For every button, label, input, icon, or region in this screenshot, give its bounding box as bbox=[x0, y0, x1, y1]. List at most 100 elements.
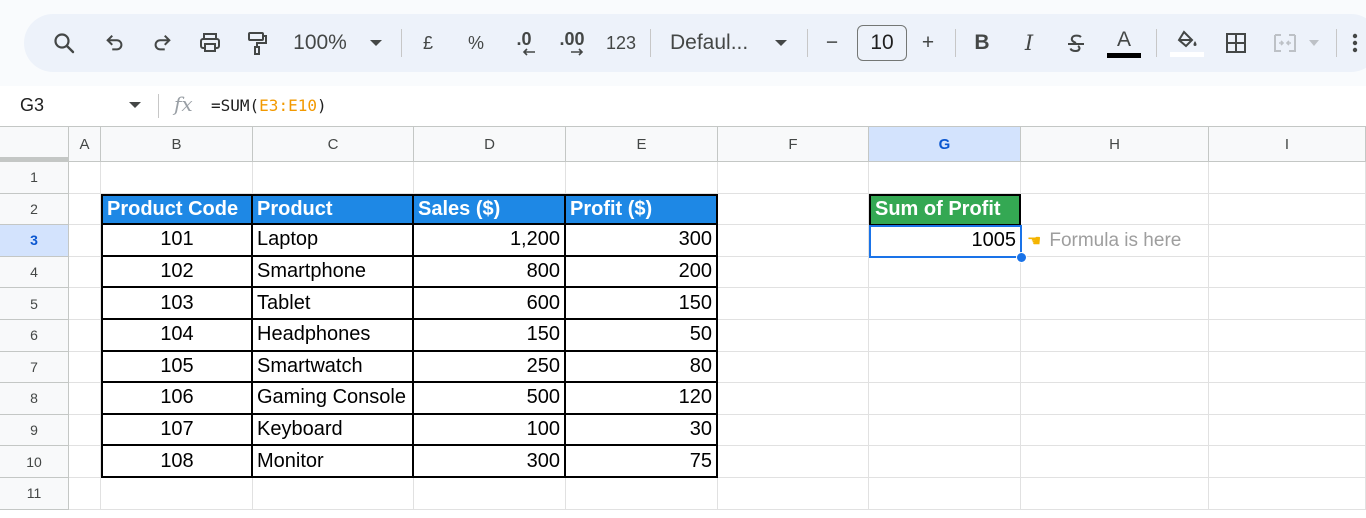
table-cell[interactable]: 102 bbox=[101, 256, 253, 289]
table-cell[interactable]: 150 bbox=[566, 288, 718, 320]
grid-cell[interactable] bbox=[1209, 162, 1366, 194]
row-header-1[interactable]: 1 bbox=[0, 162, 69, 194]
table-header-cell[interactable]: Profit ($) bbox=[566, 193, 718, 226]
grid-cell[interactable] bbox=[1021, 446, 1209, 478]
grid-cell[interactable] bbox=[1209, 256, 1366, 289]
table-cell[interactable]: 108 bbox=[101, 446, 253, 478]
grid-cell[interactable] bbox=[69, 478, 101, 510]
paint-format-icon[interactable] bbox=[240, 14, 274, 72]
table-cell[interactable]: 800 bbox=[414, 256, 566, 289]
grid-cell[interactable] bbox=[718, 414, 869, 447]
grid-cell[interactable] bbox=[718, 193, 869, 226]
table-cell[interactable]: 1,200 bbox=[414, 225, 566, 257]
table-cell[interactable]: 80 bbox=[566, 351, 718, 384]
zoom-dropdown-icon[interactable] bbox=[364, 14, 388, 72]
table-cell[interactable]: Gaming Console bbox=[253, 383, 414, 415]
column-header-d[interactable]: D bbox=[414, 126, 566, 162]
grid-cell[interactable] bbox=[253, 162, 414, 194]
table-cell[interactable]: 101 bbox=[101, 225, 253, 257]
grid-cell[interactable] bbox=[1021, 193, 1209, 226]
grid-cell[interactable] bbox=[1209, 446, 1366, 478]
grid-cell[interactable] bbox=[1021, 256, 1209, 289]
grid-cell[interactable] bbox=[253, 478, 414, 510]
grid-cell[interactable] bbox=[1209, 320, 1366, 352]
table-cell[interactable]: 75 bbox=[566, 446, 718, 478]
grid-cell[interactable] bbox=[1021, 162, 1209, 194]
grid-cell[interactable] bbox=[69, 351, 101, 384]
row-header-11[interactable]: 11 bbox=[0, 478, 69, 510]
font-family-select[interactable]: Defaul... bbox=[670, 14, 760, 72]
undo-icon[interactable] bbox=[99, 14, 131, 72]
grid-cell[interactable] bbox=[566, 478, 718, 510]
row-header-2[interactable]: 2 bbox=[0, 193, 69, 226]
column-header-e[interactable]: E bbox=[566, 126, 718, 162]
row-header-8[interactable]: 8 bbox=[0, 383, 69, 415]
grid-cell[interactable] bbox=[69, 256, 101, 289]
table-cell[interactable]: 105 bbox=[101, 351, 253, 384]
grid-cell[interactable] bbox=[869, 446, 1021, 478]
row-header-9[interactable]: 9 bbox=[0, 414, 69, 447]
table-cell[interactable]: Smartphone bbox=[253, 256, 414, 289]
row-header-7[interactable]: 7 bbox=[0, 351, 69, 384]
grid-cell[interactable] bbox=[69, 288, 101, 320]
name-box[interactable]: G3 bbox=[20, 95, 44, 116]
table-cell[interactable]: 120 bbox=[566, 383, 718, 415]
table-cell[interactable]: 106 bbox=[101, 383, 253, 415]
grid-cell[interactable] bbox=[869, 320, 1021, 352]
row-header-4[interactable]: 4 bbox=[0, 256, 69, 289]
grid-cell[interactable] bbox=[718, 288, 869, 320]
table-cell[interactable]: 100 bbox=[414, 414, 566, 447]
grid-cell[interactable] bbox=[69, 193, 101, 226]
strikethrough-icon[interactable] bbox=[1062, 14, 1090, 72]
grid-cell[interactable] bbox=[1021, 320, 1209, 352]
merge-dropdown-icon[interactable] bbox=[1305, 14, 1323, 72]
grid-cell[interactable] bbox=[869, 414, 1021, 447]
table-cell[interactable]: 104 bbox=[101, 320, 253, 352]
table-header-cell[interactable]: Product Code bbox=[101, 193, 253, 226]
grid-cell[interactable] bbox=[718, 320, 869, 352]
table-cell[interactable]: 500 bbox=[414, 383, 566, 415]
table-cell[interactable]: Keyboard bbox=[253, 414, 414, 447]
row-header-10[interactable]: 10 bbox=[0, 446, 69, 478]
grid-cell[interactable] bbox=[69, 162, 101, 194]
column-header-b[interactable]: B bbox=[101, 126, 253, 162]
grid-cell[interactable] bbox=[1209, 288, 1366, 320]
italic-button[interactable]: I bbox=[1017, 14, 1041, 72]
currency-format-button[interactable]: £ bbox=[416, 14, 440, 72]
more-formats-button[interactable]: 123 bbox=[604, 14, 638, 72]
grid-cell[interactable] bbox=[1209, 225, 1366, 257]
bold-button[interactable]: B bbox=[970, 14, 994, 72]
grid-cell[interactable] bbox=[869, 256, 1021, 289]
increase-font-size-button[interactable]: + bbox=[916, 14, 940, 72]
column-header-c[interactable]: C bbox=[253, 126, 414, 162]
grid-cell[interactable] bbox=[1021, 478, 1209, 510]
fill-handle[interactable] bbox=[1016, 251, 1027, 263]
row-header-5[interactable]: 5 bbox=[0, 288, 69, 320]
table-cell[interactable]: Headphones bbox=[253, 320, 414, 352]
grid-cell[interactable] bbox=[69, 414, 101, 447]
grid-cell[interactable] bbox=[718, 162, 869, 194]
grid-cell[interactable] bbox=[101, 162, 253, 194]
decrease-font-size-button[interactable]: − bbox=[820, 14, 844, 72]
merge-cells-icon[interactable] bbox=[1271, 14, 1299, 72]
grid-cell[interactable] bbox=[718, 256, 869, 289]
column-header-g[interactable]: G bbox=[869, 126, 1021, 162]
increase-decimal-button[interactable]: .00 bbox=[554, 14, 590, 72]
grid-cell[interactable] bbox=[1209, 193, 1366, 226]
fill-color-button[interactable] bbox=[1169, 14, 1205, 72]
column-header-h[interactable]: H bbox=[1021, 126, 1209, 162]
grid-cell[interactable] bbox=[1209, 383, 1366, 415]
zoom-select[interactable]: 100% bbox=[290, 14, 350, 72]
formula-input[interactable]: =SUM(E3:E10) bbox=[211, 96, 327, 115]
more-vertical-icon[interactable] bbox=[1349, 14, 1361, 72]
grid-cell[interactable] bbox=[718, 383, 869, 415]
grid-cell[interactable] bbox=[1209, 351, 1366, 384]
table-cell[interactable]: Monitor bbox=[253, 446, 414, 478]
grid-cell[interactable] bbox=[869, 351, 1021, 384]
grid-cell[interactable] bbox=[1209, 414, 1366, 447]
sum-header-cell[interactable]: Sum of Profit bbox=[869, 193, 1021, 227]
grid-cell[interactable] bbox=[869, 383, 1021, 415]
table-cell[interactable]: 250 bbox=[414, 351, 566, 384]
grid-cell[interactable] bbox=[414, 162, 566, 194]
grid-cell[interactable] bbox=[1021, 414, 1209, 447]
